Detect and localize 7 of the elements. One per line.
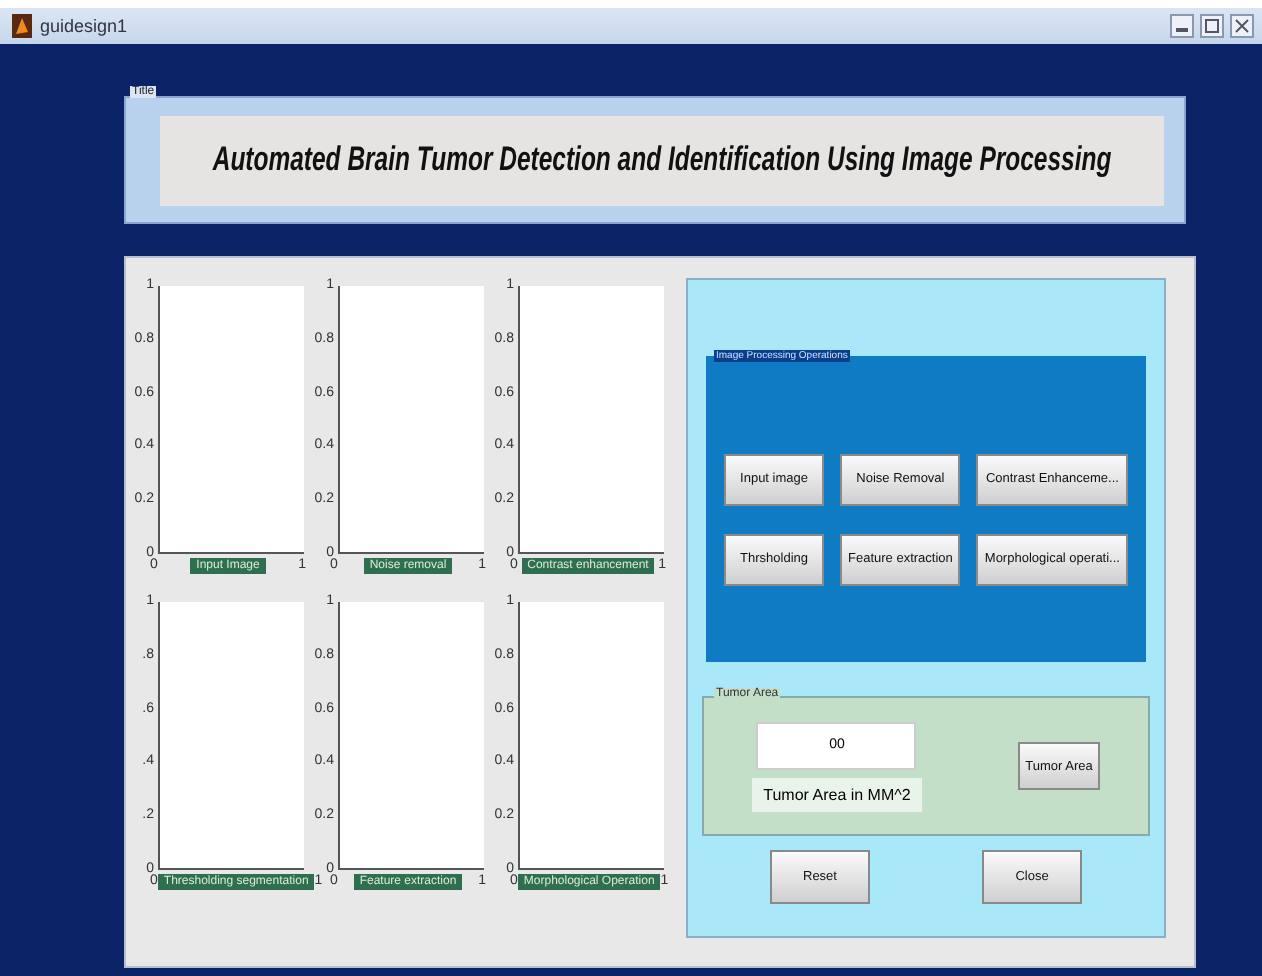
app-icon	[12, 14, 32, 38]
close-icon[interactable]	[1230, 14, 1254, 38]
area-caption: Tumor Area in MM^2	[751, 777, 923, 811]
window-title: guidesign1	[40, 16, 128, 36]
minimize-icon[interactable]	[1170, 14, 1194, 38]
maximize-icon[interactable]	[1200, 14, 1224, 38]
app-heading: Automated Brain Tumor Detection and Identification Using Image Processing	[212, 140, 1112, 180]
